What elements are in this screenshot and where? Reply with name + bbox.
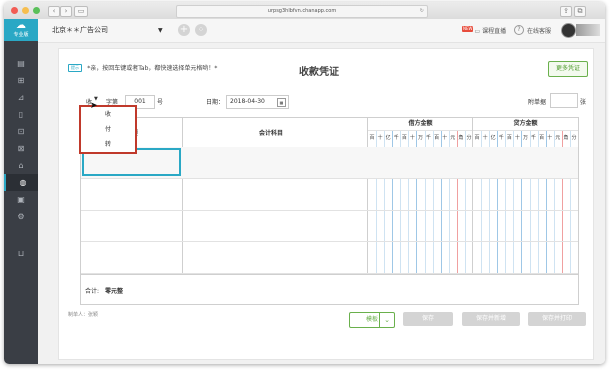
chevron-down-icon[interactable]: ⌄	[379, 313, 394, 327]
chart-icon[interactable]: ⊿	[4, 89, 38, 106]
company-selector[interactable]: 北京＊＊广告公司 ▼	[52, 25, 172, 36]
help-label: 在线客服	[527, 27, 552, 35]
save-and-print-button[interactable]: 保存并打印	[528, 312, 586, 326]
table-row[interactable]	[81, 179, 578, 211]
table-row[interactable]	[81, 242, 578, 274]
chevron-right-icon[interactable]: ›	[60, 6, 72, 17]
caret-down-icon: ▼	[158, 27, 163, 34]
tabs-icon[interactable]: ⧉	[574, 6, 586, 17]
share-icon[interactable]: ⇪	[560, 6, 572, 17]
bank-icon[interactable]: ⌂	[4, 157, 38, 174]
course-live-link[interactable]: NEW ▭ 课程直播	[462, 26, 506, 35]
voucher-type-dropdown: 收 付 转	[79, 105, 137, 154]
app-sidebar: ☁ 专业版 ▤ ⊞ ⊿ ▯ ⊡ ⊠ ⌂ ◍ ▣ ⚙ ⊔	[4, 19, 40, 364]
save-button[interactable]: 保存	[403, 312, 453, 326]
hint-text: *亲，按回车键或者Tab，都快速选择单元格哟！*	[87, 65, 218, 72]
company-name: 北京＊＊广告公司	[52, 26, 108, 34]
add-company-icon[interactable]: +	[178, 24, 190, 36]
apps-icon[interactable]: ⁘	[195, 24, 207, 36]
url-text: urpsg3hlbfvn.chanapp.com	[267, 8, 337, 14]
invoice-icon[interactable]: ⊡	[4, 123, 38, 140]
total-value: 零元整	[105, 288, 124, 295]
sidebar-toggle-icon[interactable]: ▭	[74, 6, 88, 17]
avatar[interactable]	[561, 23, 576, 38]
ledger-icon[interactable]: ⊠	[4, 140, 38, 157]
document-icon[interactable]: ▤	[4, 55, 38, 72]
monitor-icon: ▭	[474, 28, 481, 35]
credit-header: 贷方金额	[473, 118, 578, 131]
main-content: 提示 *亲，按回车键或者Tab，都快速选择单元格哟！* 收款凭证 更多凭证 收 …	[38, 43, 605, 364]
app-logo[interactable]: ☁ 专业版	[4, 19, 38, 41]
online-service-link[interactable]: ? 在线客服	[514, 25, 551, 35]
receipt-icon[interactable]: ▯	[4, 106, 38, 123]
voucher-header-row: 收 ▼ 字第 001 号 日期： 2018-04-30 ▦ 附单据 张	[59, 93, 593, 109]
date-label: 日期：	[206, 99, 225, 106]
url-bar[interactable]: urpsg3hlbfvn.chanapp.com ↻	[176, 5, 428, 18]
debit-header: 借方金额	[368, 118, 473, 131]
minimize-window-button[interactable]	[22, 7, 29, 14]
chevron-left-icon[interactable]: ‹	[48, 6, 60, 17]
people-icon[interactable]: ◍	[4, 174, 40, 191]
table-row[interactable]	[81, 211, 578, 243]
logo-label: 专业版	[13, 32, 29, 38]
help-icon: ?	[514, 25, 524, 35]
page-title: 收款凭证	[299, 67, 339, 78]
template-button[interactable]: 模板 ⌄	[349, 312, 395, 328]
hint-tag: 提示	[68, 63, 82, 72]
dropdown-option[interactable]: 转	[81, 137, 135, 152]
maximize-window-button[interactable]	[33, 7, 40, 14]
attachment-count-input[interactable]	[550, 93, 578, 108]
mouse-cursor-icon: ➤	[90, 101, 98, 111]
course-label: 课程直播	[482, 28, 507, 35]
basket-icon[interactable]: ⊔	[4, 245, 38, 262]
cloud-icon: ☁	[16, 20, 26, 31]
save-and-new-button[interactable]: 保存并新增	[462, 312, 520, 326]
reload-icon[interactable]: ↻	[420, 6, 424, 17]
maker-label: 制单人：张颖	[68, 312, 99, 318]
browser-titlebar: ‹ › ▭ urpsg3hlbfvn.chanapp.com ↻ ⇪ ⧉	[4, 2, 605, 20]
user-name-blurred[interactable]	[576, 24, 600, 36]
app-topbar: 北京＊＊广告公司 ▼ + ⁘ NEW ▭ 课程直播 ? 在线客服	[38, 19, 605, 43]
calendar-icon[interactable]: ▦	[277, 98, 286, 107]
voucher-card: 提示 *亲，按回车键或者Tab，都快速选择单元格哟！* 收款凭证 更多凭证 收 …	[58, 48, 594, 360]
attach-unit: 张	[580, 99, 587, 106]
date-value: 2018-04-30	[230, 98, 265, 105]
hao-label: 号	[157, 99, 164, 106]
attach-label: 附单据	[528, 99, 547, 106]
browser-window: ‹ › ▭ urpsg3hlbfvn.chanapp.com ↻ ⇪ ⧉ ☁ 专…	[4, 2, 605, 364]
total-label: 合计:	[85, 288, 100, 295]
import-icon[interactable]: ⊞	[4, 72, 38, 89]
image-icon[interactable]: ▣	[4, 191, 38, 208]
hint-row: 提示 *亲，按回车键或者Tab，都快速选择单元格哟！*	[68, 63, 217, 72]
dropdown-option[interactable]: 付	[81, 122, 135, 137]
date-input[interactable]: 2018-04-30 ▦	[226, 95, 289, 109]
gear-icon[interactable]: ⚙	[4, 208, 38, 225]
new-badge: NEW	[462, 26, 474, 32]
close-window-button[interactable]	[11, 7, 18, 14]
more-vouchers-button[interactable]: 更多凭证	[548, 61, 588, 77]
voucher-table: 摘要 会计科目 借方金额 贷方金额 百十亿千百十万千百十元角分 百十亿千百十万千…	[80, 117, 579, 305]
total-row: 合计: 零元整	[81, 274, 578, 305]
template-label: 模板	[365, 316, 378, 323]
